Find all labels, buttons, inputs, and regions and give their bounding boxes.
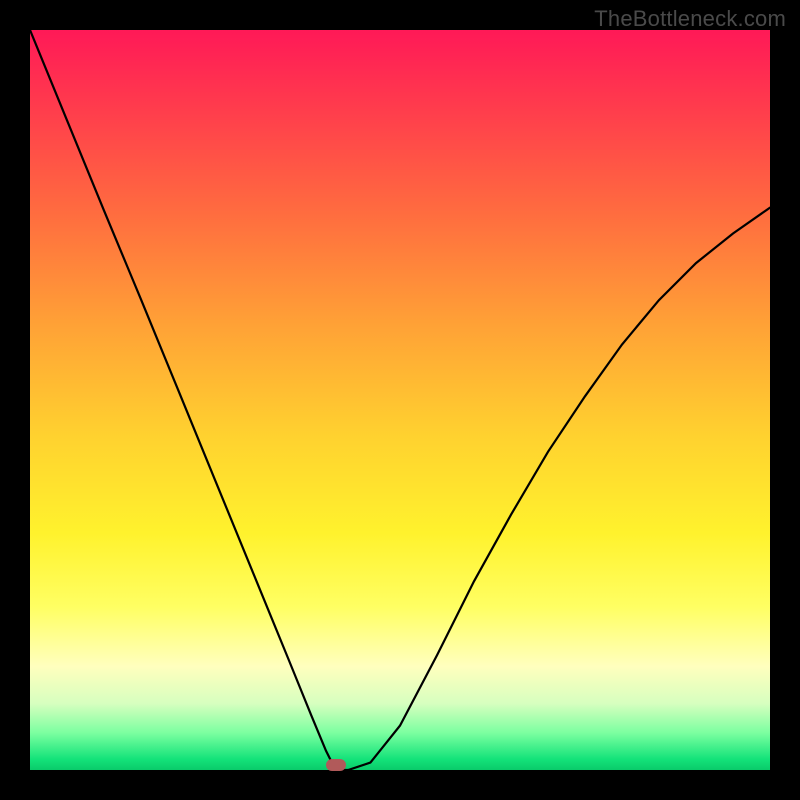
min-marker (326, 759, 346, 771)
bottleneck-curve (30, 30, 770, 770)
plot-area (30, 30, 770, 770)
watermark-text: TheBottleneck.com (594, 6, 786, 32)
curve-svg (30, 30, 770, 770)
chart-frame: TheBottleneck.com (0, 0, 800, 800)
